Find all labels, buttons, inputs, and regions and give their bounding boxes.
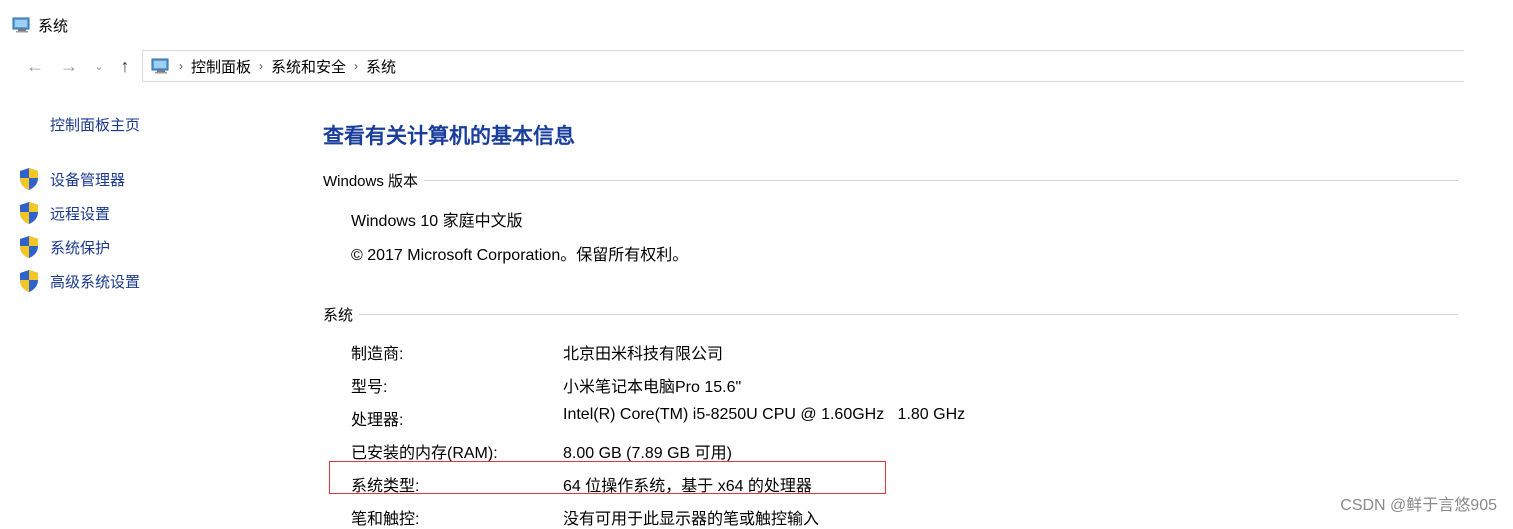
property-label: 处理器: [351, 412, 404, 429]
property-value: 64 位操作系统，基于 x64 的处理器 [563, 478, 812, 495]
sidebar-item-system-protection[interactable]: 系统保护 [18, 230, 140, 264]
property-row-ram: 已安装的内存(RAM): 8.00 GB (7.89 GB 可用) [351, 439, 732, 463]
chevron-right-icon: › [259, 59, 264, 73]
shield-icon [20, 236, 38, 258]
chevron-right-icon: › [179, 59, 183, 73]
copyright-text: © 2017 Microsoft Corporation。保留所有权利。 [351, 247, 689, 264]
property-row-system-type: 系统类型: 64 位操作系统，基于 x64 的处理器 [351, 472, 812, 496]
watermark-text: CSDN @鲜于言悠905 [1340, 497, 1497, 514]
sidebar-item-label: 远程设置 [50, 205, 111, 223]
section-divider [424, 180, 1458, 181]
control-panel-icon [151, 58, 169, 74]
property-label: 已安装的内存(RAM): [351, 445, 498, 462]
property-label: 系统类型: [351, 478, 420, 495]
shield-icon [20, 202, 38, 224]
sidebar-item-label: 设备管理器 [50, 171, 126, 189]
windows-edition-header: Windows 版本 [323, 170, 1458, 191]
property-label: 笔和触控: [351, 511, 420, 528]
window-titlebar: 系统 [12, 14, 68, 36]
up-button[interactable]: ↑ [114, 52, 136, 80]
control-panel-home-link[interactable]: 控制面板主页 [50, 114, 140, 135]
sidebar-item-advanced-settings[interactable]: 高级系统设置 [18, 264, 140, 298]
sidebar-item-label: 高级系统设置 [50, 273, 141, 291]
forward-button[interactable]: → [58, 52, 80, 80]
property-value: 小米笔记本电脑Pro 15.6" [563, 379, 742, 396]
section-divider [359, 314, 1458, 315]
recent-locations-button[interactable]: ⌄ [92, 52, 106, 80]
breadcrumb-system-security[interactable]: 系统和安全 [271, 56, 346, 77]
breadcrumb-control-panel[interactable]: 控制面板 [191, 56, 251, 77]
property-label: 型号: [351, 379, 388, 396]
page-title: 查看有关计算机的基本信息 [323, 125, 575, 148]
property-row-processor: 处理器: Intel(R) Core(TM) i5-8250U CPU @ 1.… [351, 406, 965, 430]
window-title: 系统 [38, 17, 69, 35]
sidebar-item-remote-settings[interactable]: 远程设置 [18, 196, 140, 230]
system-monitor-icon [12, 17, 30, 33]
sidebar-links: 设备管理器 远程设置 系统保护 高级系统设置 [18, 162, 140, 298]
shield-icon [20, 270, 38, 292]
address-bar[interactable]: › 控制面板 › 系统和安全 › 系统 [142, 50, 1464, 82]
property-row-manufacturer: 制造商: 北京田米科技有限公司 [351, 340, 723, 364]
property-value: 北京田米科技有限公司 [563, 346, 724, 363]
chevron-right-icon: › [354, 59, 359, 73]
property-value: Intel(R) Core(TM) i5-8250U CPU @ 1.60GHz… [563, 406, 966, 423]
back-button[interactable]: ← [24, 52, 46, 80]
sidebar-item-label: 系统保护 [50, 239, 111, 257]
breadcrumb-system[interactable]: 系统 [366, 56, 396, 77]
system-section-header: 系统 [323, 304, 1458, 325]
property-label: 制造商: [351, 346, 404, 363]
property-row-model: 型号: 小米笔记本电脑Pro 15.6" [351, 373, 741, 397]
navigation-bar: ← → ⌄ ↑ › 控制面板 › 系统和安全 › 系统 [24, 50, 1464, 82]
windows-edition-value: Windows 10 家庭中文版 [351, 213, 523, 230]
property-value: 8.00 GB (7.89 GB 可用) [563, 445, 732, 462]
sidebar-item-device-manager[interactable]: 设备管理器 [18, 162, 140, 196]
property-value: 没有可用于此显示器的笔或触控输入 [563, 511, 820, 528]
property-row-pen-touch: 笔和触控: 没有可用于此显示器的笔或触控输入 [351, 505, 819, 529]
section-header-label: Windows 版本 [323, 173, 419, 190]
shield-icon [20, 168, 38, 190]
section-header-label: 系统 [323, 307, 354, 324]
